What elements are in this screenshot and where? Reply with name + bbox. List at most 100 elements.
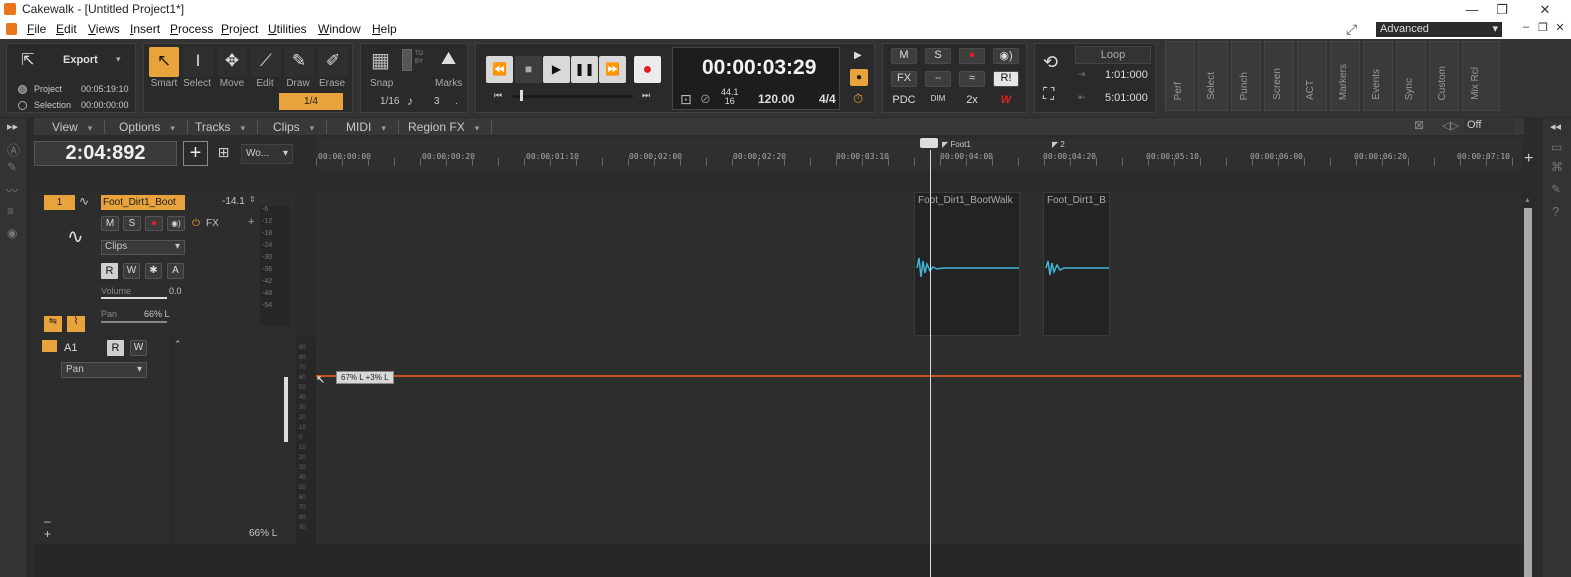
- track-echo-button[interactable]: ◉): [167, 216, 185, 231]
- double-speed-button[interactable]: 2x: [959, 94, 985, 110]
- metronome-icon[interactable]: ⏱: [853, 91, 863, 107]
- zoom-in-button[interactable]: +: [1524, 150, 1533, 168]
- menu-utilities[interactable]: Utilities: [268, 22, 307, 36]
- automation-lane[interactable]: ↖ 67% L +3% L: [316, 337, 1521, 544]
- menu-region-fx[interactable]: Region FX: [408, 120, 493, 134]
- record-button[interactable]: ●: [634, 56, 661, 83]
- module-custom[interactable]: Custom: [1429, 41, 1459, 111]
- metronome-count-button[interactable]: ●: [850, 69, 868, 86]
- lane-scrollbar[interactable]: [284, 377, 288, 442]
- module-sync[interactable]: Sync: [1396, 41, 1426, 111]
- link-button[interactable]: ⇔: [925, 71, 951, 87]
- module-punch[interactable]: Punch: [1231, 41, 1261, 111]
- menu-insert[interactable]: Insert: [130, 22, 160, 36]
- read-all-button[interactable]: R!: [993, 71, 1019, 87]
- edit-icon[interactable]: ✎: [1551, 182, 1561, 196]
- stop-button[interactable]: ■: [515, 56, 542, 83]
- mute-all-button[interactable]: M: [891, 48, 917, 64]
- project-radio[interactable]: [18, 85, 27, 94]
- meter-value[interactable]: 4/4: [819, 92, 836, 106]
- archive-button[interactable]: A: [167, 263, 184, 279]
- fx-bypass-button[interactable]: FX: [891, 71, 917, 87]
- module-events[interactable]: Events: [1363, 41, 1393, 111]
- export-icon[interactable]: ⇱: [21, 50, 34, 70]
- scroll-up-icon[interactable]: ▲: [1524, 197, 1531, 204]
- mdi-restore[interactable]: ❐: [1536, 21, 1550, 36]
- expand-browser-icon[interactable]: ▸▸: [7, 120, 18, 133]
- now-time[interactable]: 2:04:892: [34, 141, 177, 166]
- loop-start-value[interactable]: 1:01:000: [1105, 69, 1148, 81]
- rewind-button[interactable]: ⏪: [486, 56, 513, 83]
- track-number[interactable]: 1: [44, 195, 75, 210]
- snap-grid-icon[interactable]: ▦: [371, 48, 390, 73]
- mdi-close[interactable]: ✕: [1553, 21, 1567, 36]
- play-small-icon[interactable]: ▶: [854, 50, 862, 61]
- folder-icon[interactable]: ▭: [1551, 140, 1562, 154]
- fx-power-icon[interactable]: ⏻: [192, 218, 200, 229]
- volume-slider[interactable]: [101, 297, 167, 299]
- pan-slider[interactable]: [101, 321, 167, 323]
- pdc-button[interactable]: PDC: [891, 94, 917, 110]
- snap-grid-value[interactable]: 1/16: [380, 96, 399, 107]
- menu-edit[interactable]: Edit: [56, 22, 77, 36]
- track-solo-button[interactable]: S: [123, 216, 141, 231]
- add-track-button[interactable]: +: [183, 141, 208, 166]
- menu-project[interactable]: Project: [221, 22, 258, 36]
- snap-value-field[interactable]: 1/4: [279, 93, 343, 110]
- zoom-snap-icon[interactable]: ◁▷: [1442, 119, 1459, 132]
- smart-tool[interactable]: ↖: [149, 47, 179, 77]
- menu-file[interactable]: File: [27, 22, 46, 36]
- automation-envelope[interactable]: [316, 375, 1521, 377]
- audio-clip[interactable]: Foot_Dirt1_B: [1043, 192, 1110, 336]
- menu-tracks[interactable]: Tracks: [195, 120, 259, 134]
- module-select[interactable]: Select: [1198, 41, 1228, 111]
- empty-track-area[interactable]: [34, 544, 1521, 577]
- volume-value[interactable]: 0.0: [169, 286, 182, 296]
- add-fx-icon[interactable]: +: [248, 216, 254, 228]
- menu-view[interactable]: View: [52, 120, 106, 134]
- lane-write-button[interactable]: W: [130, 340, 147, 356]
- lane-minus-button[interactable]: –: [44, 514, 51, 528]
- now-marker[interactable]: [920, 138, 938, 148]
- tempo-value[interactable]: 120.00: [758, 92, 795, 106]
- chevron-down-icon[interactable]: ▾: [116, 54, 121, 65]
- read-automation-button[interactable]: R: [101, 263, 118, 279]
- module-act[interactable]: ACT: [1297, 41, 1327, 111]
- slider-thumb[interactable]: [520, 90, 523, 101]
- snap-off-select[interactable]: Off: [1464, 119, 1514, 134]
- track-name[interactable]: Foot_Dirt1_Boot: [101, 195, 185, 210]
- track-collapse-icon[interactable]: ⇋: [44, 316, 62, 332]
- mdi-minimize[interactable]: –: [1519, 21, 1533, 36]
- menu-options[interactable]: Options: [119, 120, 188, 134]
- gain-spin-icon[interactable]: ⇕: [249, 195, 256, 204]
- expand-icon[interactable]: ⤢: [1346, 21, 1357, 38]
- erase-tool[interactable]: ✐: [318, 47, 348, 77]
- menu-clips[interactable]: Clips: [273, 120, 328, 134]
- selection-radio[interactable]: [18, 101, 27, 110]
- now-time-cursor[interactable]: [930, 150, 931, 577]
- menu-views[interactable]: Views: [88, 22, 120, 36]
- menu-help[interactable]: Help: [372, 22, 397, 36]
- track-view-mode-select[interactable]: Clips ▾: [101, 240, 185, 255]
- add-multiple-tracks-icon[interactable]: ⊞: [213, 144, 234, 164]
- menu-midi[interactable]: MIDI: [346, 120, 399, 134]
- lane-read-button[interactable]: R: [107, 340, 124, 356]
- snap-toggle[interactable]: [402, 49, 412, 71]
- module-mix-recall[interactable]: Mix Rcl: [1462, 41, 1500, 111]
- close-button[interactable]: ✕: [1530, 0, 1560, 19]
- menu-window[interactable]: Window: [318, 22, 361, 36]
- edit-tool[interactable]: ⟋: [251, 47, 281, 77]
- dim-button[interactable]: DIM: [925, 94, 951, 110]
- fast-forward-button[interactable]: ⏩: [599, 56, 626, 83]
- metronome-off-icon[interactable]: ⊘: [700, 91, 711, 107]
- automation-star-button[interactable]: ✱: [145, 263, 162, 279]
- loop-toggle-icon[interactable]: ⟲: [1043, 52, 1058, 73]
- loop-bracket-icon[interactable]: ⛶: [1043, 86, 1054, 104]
- workspace-select[interactable]: Advanced ▾: [1376, 22, 1502, 37]
- marker-2[interactable]: ◤ 2: [1052, 140, 1065, 149]
- list-icon[interactable]: ≡: [7, 204, 14, 218]
- pause-button[interactable]: ❚❚: [571, 56, 598, 83]
- waveform-icon[interactable]: 〰: [6, 182, 18, 199]
- minimize-button[interactable]: —: [1457, 0, 1487, 19]
- marks-icon[interactable]: ⛰: [441, 48, 456, 69]
